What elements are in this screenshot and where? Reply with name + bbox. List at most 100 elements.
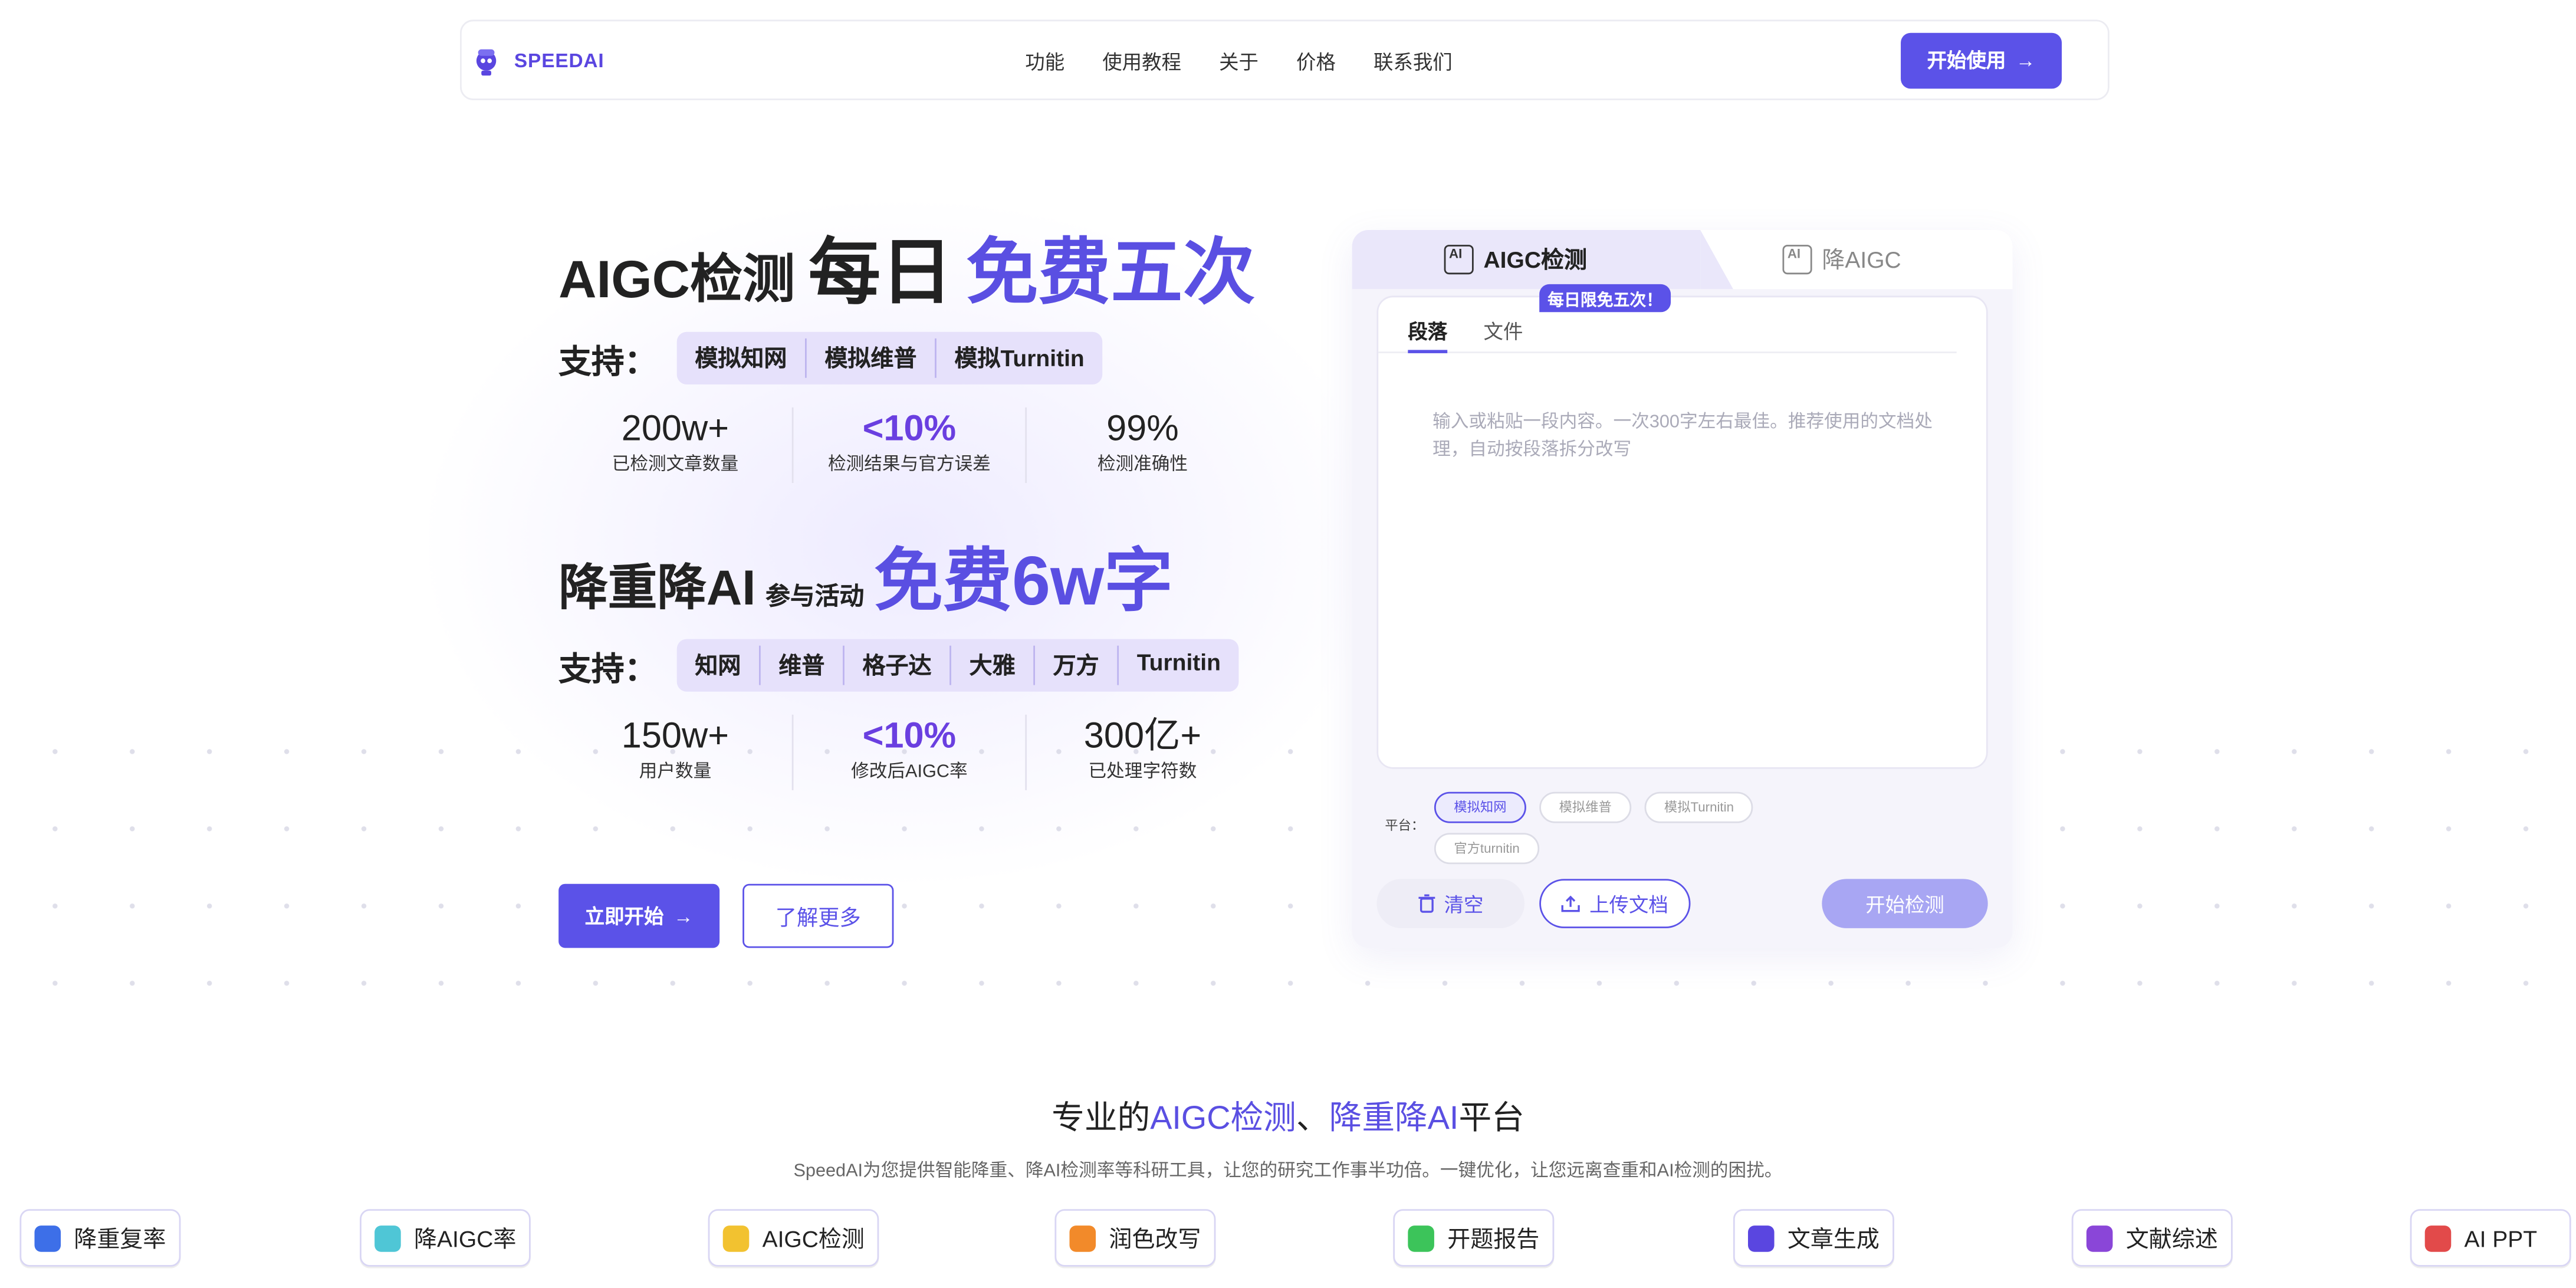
- feature-button[interactable]: AI PPT: [2410, 1209, 2571, 1267]
- feature-label: 开题报告: [1447, 1224, 1540, 1251]
- nav-link-contact[interactable]: 联系我们: [1374, 48, 1453, 75]
- feature-label: 文献综述: [2125, 1224, 2218, 1251]
- stat-label: 检测结果与官方误差: [827, 455, 991, 475]
- headline-detection: AIGC检测 每日 免费五次: [558, 213, 1282, 318]
- tab-aigc-detect[interactable]: AI AIGC检测: [1352, 229, 1733, 290]
- stat-label: 修改后AIGC率: [851, 762, 968, 782]
- learn-more-label: 了解更多: [775, 905, 861, 930]
- section-title-highlight: 降重降AI: [1329, 1100, 1459, 1137]
- arrow-right-icon: →: [673, 904, 694, 928]
- stats-row-1: 200w+ 已检测文章数量 <10% 检测结果与官方误差 99% 检测准确性: [558, 407, 1282, 483]
- tab-reduce-aigc[interactable]: AI 降AIGC: [1782, 230, 1901, 289]
- headline-daily: 每日: [808, 233, 953, 314]
- nav-link-about[interactable]: 关于: [1219, 48, 1259, 75]
- panel-actions: 清空 上传文档 开始检测: [1376, 879, 1988, 928]
- stat-item: 150w+ 用户数量: [558, 715, 792, 790]
- robot-logo-icon: [476, 48, 497, 75]
- feature-label: 降AIGC率: [413, 1224, 517, 1251]
- daily-free-badge: 每日限免五次！: [1539, 284, 1671, 313]
- support-chip: 大雅: [949, 645, 1033, 685]
- support-row-1: 支持： 模拟知网 模拟维普 模拟Turnitin: [558, 331, 1282, 385]
- feature-icon: [2424, 1224, 2452, 1251]
- clear-button[interactable]: 清空: [1376, 879, 1525, 928]
- input-card: 段落 文件 每日限免五次！ 输入或粘贴一段内容。一次300字左右最佳。推荐使用的…: [1376, 284, 1988, 769]
- arrow-right-icon: →: [2016, 48, 2036, 72]
- feature-icon: [2086, 1224, 2113, 1251]
- start-now-label: 立即开始: [584, 905, 664, 928]
- hero-left: AIGC检测 每日 免费五次 支持： 模拟知网 模拟维普 模拟Turnitin …: [558, 213, 1282, 790]
- headline-rewrite: 降重降AI 参与活动 免费6w字: [558, 525, 1282, 626]
- headline-activity: 参与活动: [765, 583, 865, 612]
- detection-panel: AI AIGC检测 AI 降AIGC 段落 文件 每日限免五次！ 输入或粘贴一段…: [1352, 229, 2013, 948]
- upload-icon: [1562, 895, 1581, 912]
- headline-free-five: 免费五次: [966, 233, 1256, 314]
- platform-option[interactable]: 模拟Turnitin: [1644, 791, 1754, 823]
- stat-item: 99% 检测准确性: [1025, 407, 1259, 483]
- start-detect-label: 开始检测: [1865, 893, 1944, 916]
- feature-label: 文章生成: [1787, 1224, 1880, 1251]
- nav-links: 功能 使用教程 关于 价格 联系我们: [1025, 48, 1452, 75]
- feature-icon: [1408, 1224, 1434, 1251]
- feature-button[interactable]: 开题报告: [1393, 1209, 1555, 1267]
- start-now-button[interactable]: 立即开始 →: [558, 883, 720, 948]
- feature-button[interactable]: 文章生成: [1733, 1209, 1894, 1267]
- top-navbar: SPEEDAI 功能 使用教程 关于 价格 联系我们 开始使用 →: [459, 19, 2110, 100]
- nav-link-pricing[interactable]: 价格: [1296, 48, 1336, 75]
- support-chip: Turnitin: [1117, 645, 1238, 685]
- subtab-file[interactable]: 文件: [1484, 317, 1523, 353]
- stat-label: 已处理字符数: [1088, 762, 1197, 782]
- feature-icon: [374, 1224, 401, 1251]
- feature-icon: [34, 1224, 61, 1251]
- feature-button[interactable]: 降AIGC率: [360, 1209, 531, 1267]
- start-detect-button[interactable]: 开始检测: [1822, 879, 1988, 928]
- section-subtitle: SpeedAI为您提供智能降重、降AI检测率等科研工具，让您的研究工作事半功倍。…: [793, 1161, 1783, 1181]
- stat-value: <10%: [862, 714, 957, 756]
- start-using-button[interactable]: 开始使用 →: [1901, 32, 2062, 88]
- headline-rewrite-main: 降重降AI: [558, 561, 756, 616]
- feature-label: AI PPT: [2464, 1224, 2538, 1251]
- start-using-label: 开始使用: [1927, 49, 2006, 73]
- support-chips-2: 知网 维普 格子达 大雅 万方 Turnitin: [676, 639, 1239, 692]
- platform-options: 模拟知网 模拟维普 模拟Turnitin 官方turnitin: [1434, 791, 1829, 865]
- feature-button[interactable]: AIGC检测: [708, 1209, 880, 1267]
- ai-detect-icon: AI: [1444, 245, 1474, 275]
- support-chips-1: 模拟知网 模拟维普 模拟Turnitin: [676, 331, 1103, 385]
- headline-free-words: 免费6w字: [874, 542, 1174, 620]
- upload-button[interactable]: 上传文档: [1539, 879, 1691, 928]
- feature-label: 降重复率: [74, 1224, 166, 1251]
- support-chip: 格子达: [843, 645, 949, 685]
- upload-label: 上传文档: [1589, 893, 1668, 916]
- stats-row-2: 150w+ 用户数量 <10% 修改后AIGC率 300亿+ 已处理字符数: [558, 714, 1282, 790]
- feature-button[interactable]: 降重复率: [19, 1209, 181, 1267]
- platform-option[interactable]: 模拟维普: [1539, 791, 1632, 823]
- learn-more-button[interactable]: 了解更多: [742, 883, 894, 948]
- nav-link-tutorial[interactable]: 使用教程: [1102, 48, 1181, 75]
- platform-option[interactable]: 模拟知网: [1434, 791, 1526, 823]
- nav-link-features[interactable]: 功能: [1025, 48, 1064, 75]
- stat-item: <10% 修改后AIGC率: [791, 714, 1026, 790]
- platform-option[interactable]: 官方turnitin: [1434, 833, 1540, 865]
- platform-label: 平台：: [1385, 818, 1425, 833]
- text-input-area[interactable]: 输入或粘贴一段内容。一次300字左右最佳。推荐使用的文档处理，自动按段落拆分改写: [1432, 409, 1938, 465]
- support-chip: 模拟Turnitin: [935, 338, 1102, 378]
- feature-button[interactable]: 文献综述: [2071, 1209, 2233, 1267]
- support-chip: 模拟维普: [804, 338, 935, 378]
- stat-value: 200w+: [621, 407, 730, 449]
- tab-label: 降AIGC: [1822, 246, 1901, 273]
- feature-label: 润色改写: [1109, 1224, 1201, 1251]
- dot-pattern-background: [0, 689, 2576, 1003]
- subtab-paragraph[interactable]: 段落: [1408, 317, 1448, 353]
- clear-label: 清空: [1444, 893, 1484, 916]
- brand-logo[interactable]: SPEEDAI: [471, 44, 604, 77]
- section-title-highlight: AIGC检测: [1150, 1100, 1296, 1137]
- page: SPEEDAI 功能 使用教程 关于 价格 联系我们 开始使用 → AIGC检测…: [0, 0, 2576, 1288]
- stat-value: <10%: [862, 407, 957, 449]
- brand-name: SPEEDAI: [514, 48, 604, 72]
- feature-button[interactable]: 润色改写: [1054, 1209, 1216, 1267]
- stat-item: <10% 检测结果与官方误差: [791, 407, 1026, 483]
- hero-buttons: 立即开始 → 了解更多: [558, 883, 894, 948]
- ai-reduce-icon: AI: [1782, 245, 1812, 275]
- tab-label: AIGC检测: [1483, 246, 1587, 273]
- stat-value: 150w+: [621, 714, 730, 756]
- headline-aigc: AIGC检测: [558, 249, 796, 309]
